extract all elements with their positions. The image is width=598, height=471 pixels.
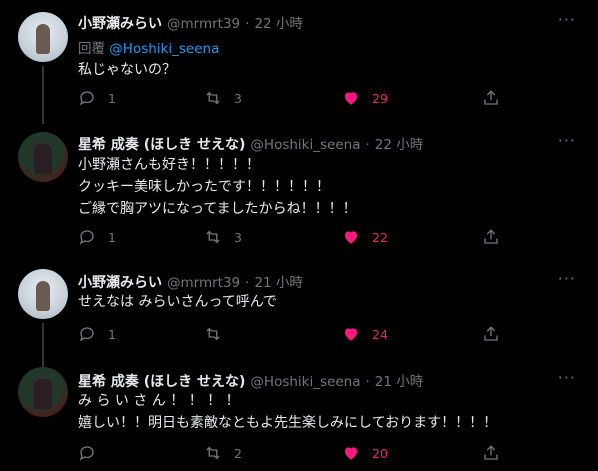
like-icon: [345, 447, 357, 460]
tweet-thread: 小野瀬みらい @mrmrt39 · 22 小時 ··· 回覆 @Hoshiki_…: [0, 0, 598, 471]
share-button[interactable]: [482, 444, 500, 462]
reply-icon: [79, 327, 94, 342]
timestamp[interactable]: 21 小時: [254, 271, 302, 291]
reply-button[interactable]: [78, 444, 108, 462]
tweet[interactable]: 小野瀬みらい @mrmrt39 · 22 小時 ··· 回覆 @Hoshiki_…: [0, 0, 598, 124]
avatar[interactable]: [18, 269, 68, 319]
tweet-text: せえなは みらいさんって呼んで: [78, 294, 278, 310]
share-button[interactable]: [482, 89, 500, 107]
display-name[interactable]: 星希 成奏 (ほしき せえな): [78, 134, 245, 154]
thread-line: [42, 66, 44, 124]
display-name[interactable]: 小野瀬みらい: [78, 13, 162, 33]
like-button[interactable]: 20: [342, 444, 388, 462]
display-name[interactable]: 小野瀬みらい: [78, 272, 162, 292]
reply-count: 1: [108, 326, 116, 342]
retweet-icon: [206, 230, 220, 244]
reply-count: 1: [108, 90, 116, 106]
share-icon: [484, 326, 498, 341]
like-icon: [345, 328, 357, 341]
tweet-header: 小野瀬みらい @mrmrt39 · 21 小時: [78, 271, 303, 292]
user-handle[interactable]: @Hoshiki_seena: [250, 137, 360, 153]
retweet-count: 3: [234, 90, 242, 106]
more-icon[interactable]: ···: [558, 368, 576, 387]
tweet-actions: 1 3 29: [78, 89, 518, 109]
user-handle[interactable]: @Hoshiki_seena: [250, 374, 360, 390]
share-button[interactable]: [482, 228, 500, 246]
retweet-button[interactable]: [204, 325, 234, 343]
reply-context: 回覆 @Hoshiki_seena: [78, 37, 219, 57]
reply-button[interactable]: 1: [78, 325, 116, 343]
like-count: 22: [372, 229, 388, 245]
retweet-count: 2: [234, 445, 242, 461]
retweet-button[interactable]: 2: [204, 444, 242, 462]
retweet-count: 3: [234, 229, 242, 245]
separator-dot: ·: [365, 137, 370, 153]
reply-button[interactable]: 1: [78, 228, 116, 246]
like-button[interactable]: 22: [342, 228, 388, 246]
avatar[interactable]: [18, 132, 68, 182]
retweet-icon: [206, 446, 220, 460]
reply-icon: [79, 91, 94, 106]
share-icon: [484, 229, 498, 244]
reply-count: 1: [108, 229, 116, 245]
tweet-text: 私じゃないの？: [78, 62, 176, 78]
reply-button[interactable]: 1: [78, 89, 116, 107]
tweet-actions: 1 3 22: [78, 228, 518, 248]
reply-icon: [79, 446, 94, 461]
retweet-icon: [206, 327, 220, 341]
user-handle[interactable]: @mrmrt39: [167, 275, 240, 291]
like-icon: [345, 92, 357, 105]
reply-prefix: 回覆: [78, 41, 105, 57]
tweet-header: 星希 成奏 (ほしき せえな) @Hoshiki_seena · 22 小時: [78, 133, 423, 154]
tweet-text: み ら い さ ん ！ ！ ！ ！ 嬉しい！！明日も素敵なともよ先生楽しみにして…: [78, 393, 498, 431]
more-icon[interactable]: ···: [558, 131, 576, 150]
tweet[interactable]: 星希 成奏 (ほしき せえな) @Hoshiki_seena · 21 小時 ·…: [0, 359, 598, 471]
more-icon[interactable]: ···: [558, 10, 576, 29]
retweet-button[interactable]: 3: [204, 89, 242, 107]
tweet-header: 星希 成奏 (ほしき せえな) @Hoshiki_seena · 21 小時: [78, 370, 423, 391]
tweet-text: 小野瀬さんも好き！！！！！ クッキー美味しかったです！！！！！！ ご縁で胸アツに…: [78, 157, 357, 217]
separator-dot: ·: [245, 275, 250, 291]
avatar[interactable]: [18, 367, 68, 417]
retweet-button[interactable]: 3: [204, 228, 242, 246]
tweet-actions: 1 24: [78, 325, 518, 345]
more-icon[interactable]: ···: [558, 269, 576, 288]
like-count: 24: [372, 326, 388, 342]
mention-link[interactable]: @Hoshiki_seena: [109, 41, 219, 57]
timestamp[interactable]: 22 小時: [254, 12, 302, 32]
retweet-icon: [206, 91, 220, 105]
like-icon: [345, 231, 357, 244]
tweet-header: 小野瀬みらい @mrmrt39 · 22 小時: [78, 12, 303, 33]
reply-icon: [79, 230, 94, 245]
like-count: 20: [372, 445, 388, 461]
display-name[interactable]: 星希 成奏 (ほしき せえな): [78, 371, 245, 391]
user-handle[interactable]: @mrmrt39: [167, 16, 240, 32]
tweet[interactable]: 小野瀬みらい @mrmrt39 · 21 小時 ··· せえなは みらいさんって…: [0, 259, 598, 371]
like-count: 29: [372, 90, 388, 106]
separator-dot: ·: [365, 374, 370, 390]
timestamp[interactable]: 21 小時: [375, 370, 423, 390]
like-button[interactable]: 24: [342, 325, 388, 343]
like-button[interactable]: 29: [342, 89, 388, 107]
share-icon: [484, 90, 498, 105]
avatar[interactable]: [18, 12, 68, 62]
tweet[interactable]: 星希 成奏 (ほしき せえな) @Hoshiki_seena · 22 小時 ·…: [0, 124, 598, 259]
share-button[interactable]: [482, 325, 500, 343]
share-icon: [484, 445, 498, 460]
tweet-actions: 2 20: [78, 444, 518, 464]
timestamp[interactable]: 22 小時: [375, 133, 423, 153]
separator-dot: ·: [245, 16, 250, 32]
